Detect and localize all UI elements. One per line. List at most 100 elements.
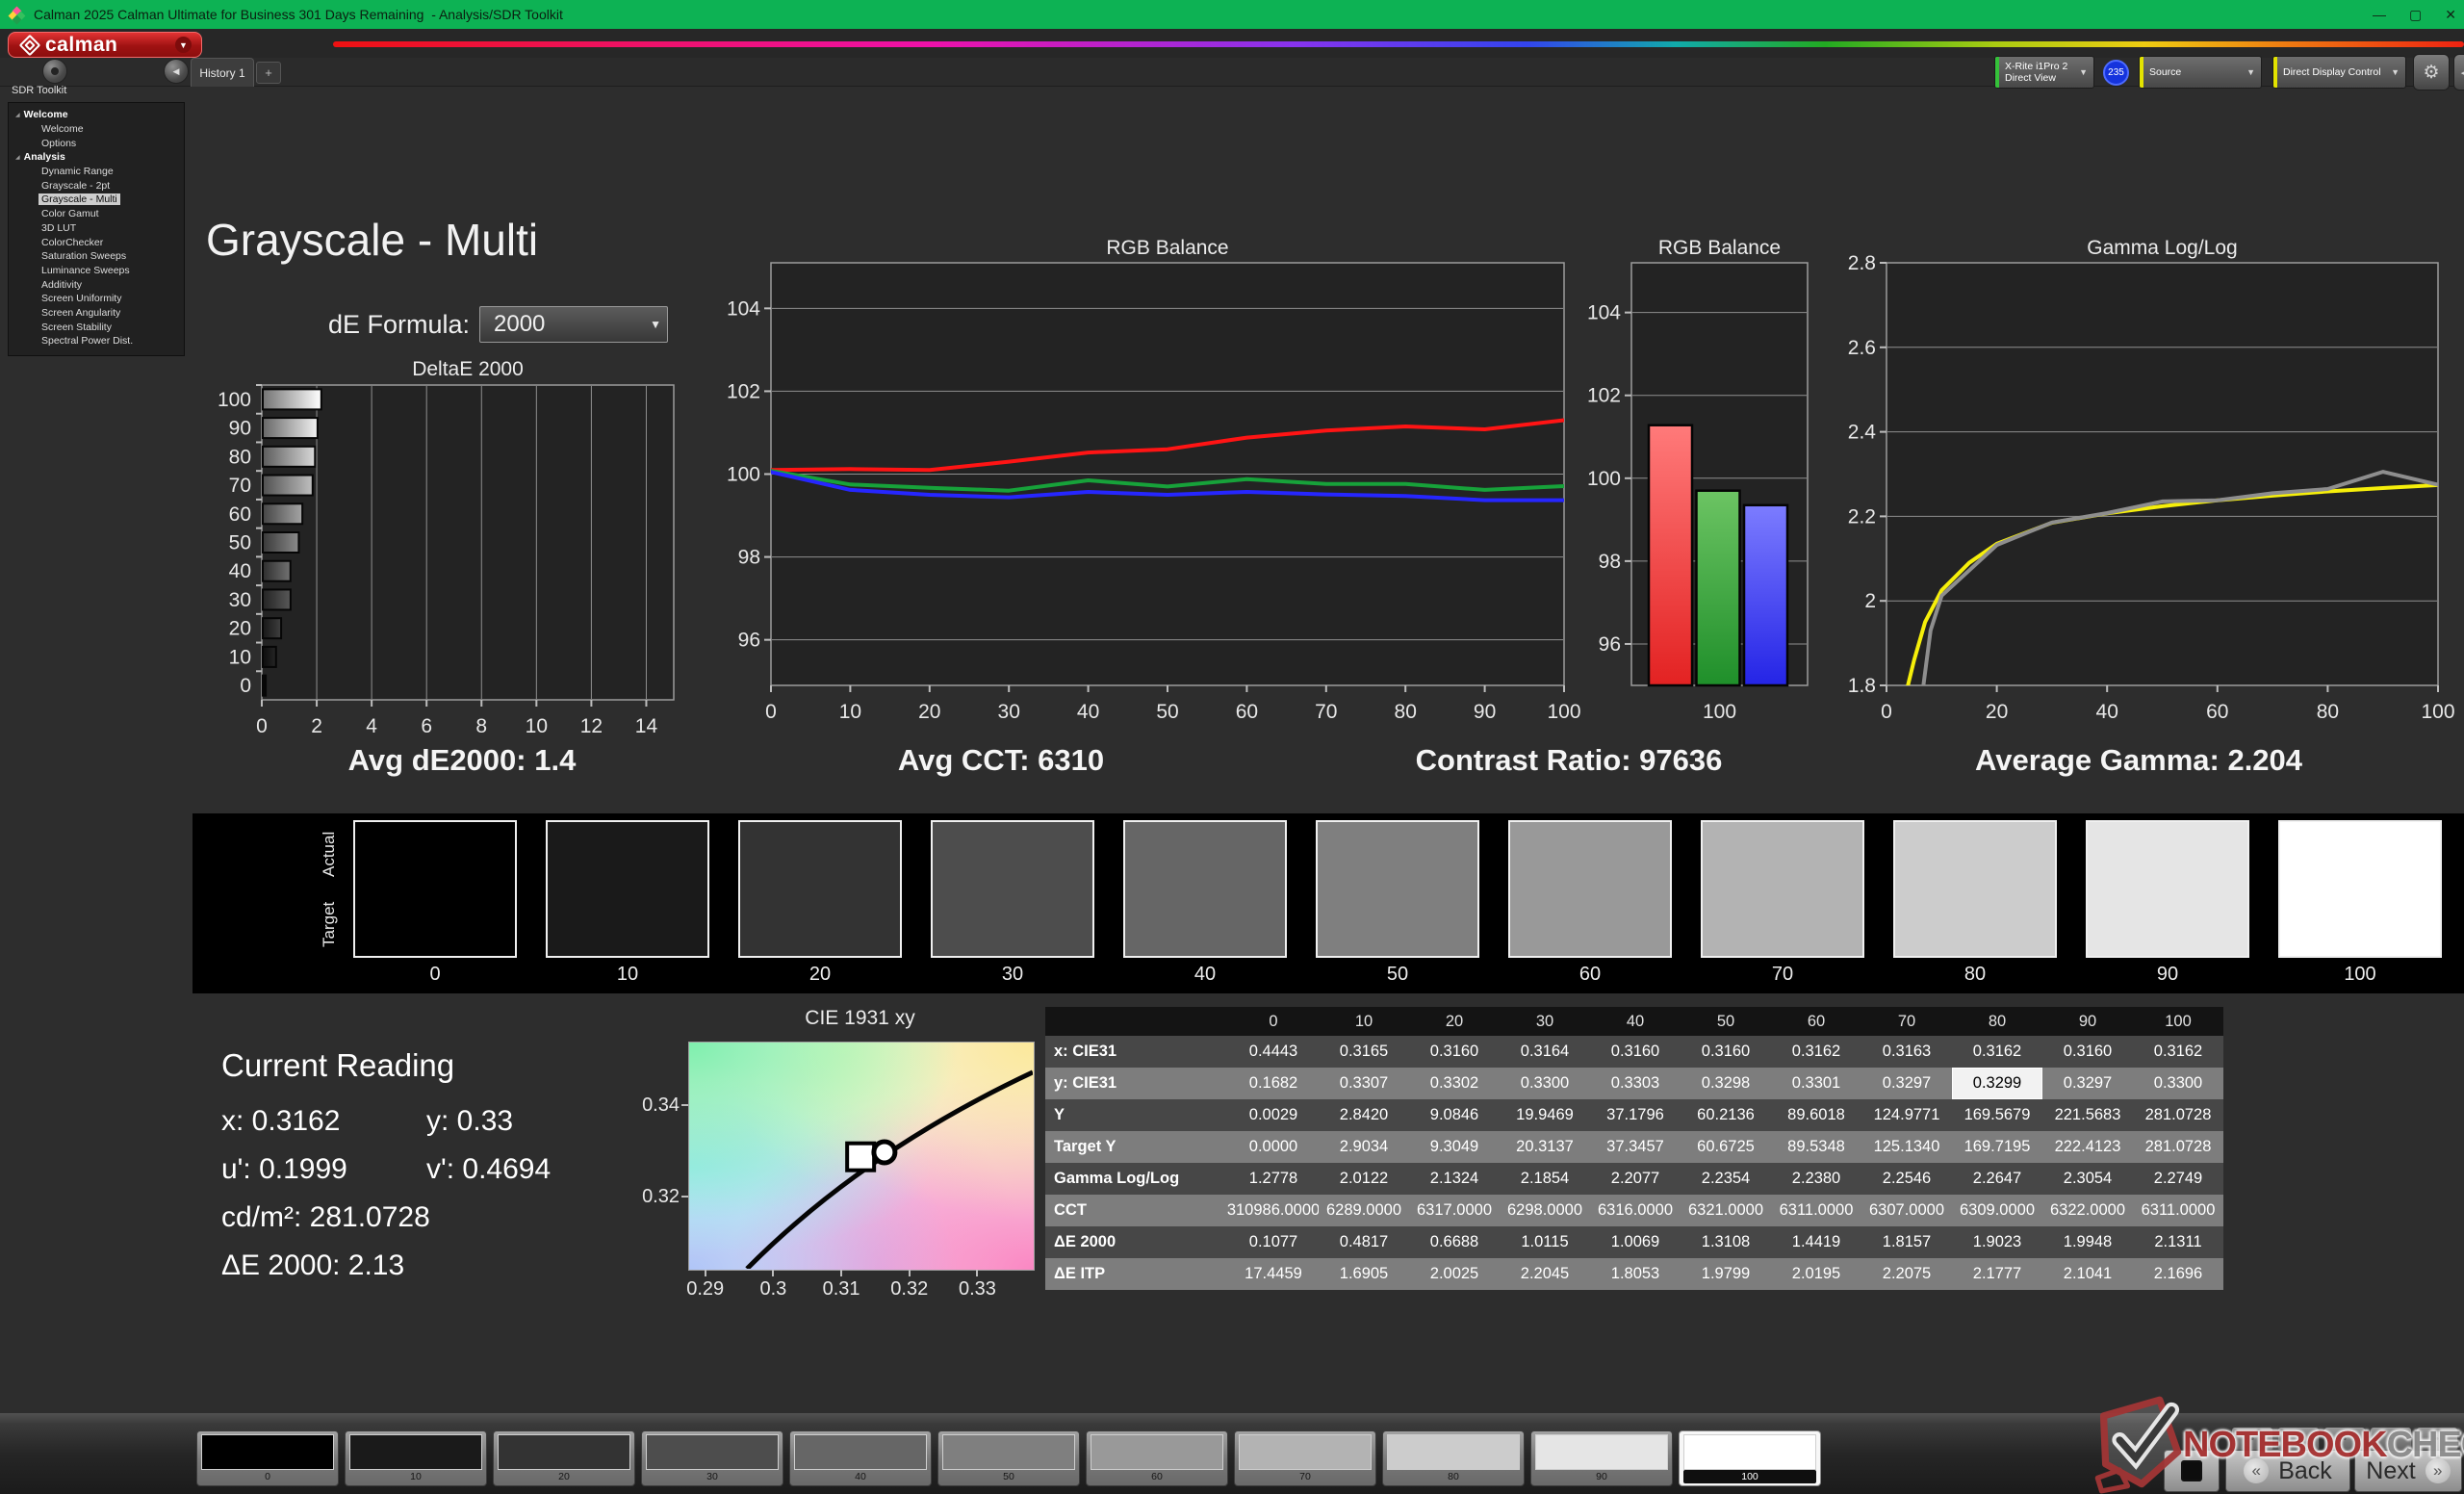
nav-dot-button[interactable] bbox=[42, 59, 67, 84]
minimize-icon[interactable]: — bbox=[2373, 7, 2386, 22]
add-tab-button[interactable]: + bbox=[256, 62, 281, 84]
tree-expander-icon[interactable]: ◢ bbox=[15, 154, 20, 161]
tree-section-analysis[interactable]: ◢Analysis bbox=[9, 150, 184, 165]
tree-expander-icon[interactable]: ◢ bbox=[15, 112, 20, 118]
table-row-label: ΔE 2000 bbox=[1045, 1226, 1228, 1258]
svg-text:60: 60 bbox=[2206, 701, 2228, 723]
svg-text:40: 40 bbox=[2096, 701, 2118, 723]
table-column-header: 100 bbox=[2133, 1007, 2223, 1036]
table-cell: 2.0025 bbox=[1409, 1258, 1500, 1290]
patch-button-90[interactable]: 90 bbox=[1530, 1430, 1673, 1486]
footer-tool-button-1[interactable]: • bbox=[2231, 1427, 2273, 1452]
table-row-label: Gamma Log/Log bbox=[1045, 1163, 1228, 1195]
table-cell: 0.3160 bbox=[1590, 1036, 1681, 1068]
tick-mark bbox=[705, 1270, 706, 1276]
patch-button-80[interactable]: 80 bbox=[1382, 1430, 1525, 1486]
svg-text:0: 0 bbox=[256, 715, 268, 737]
patch-button-20[interactable]: 20 bbox=[493, 1430, 635, 1486]
table-cell: 2.3054 bbox=[2042, 1163, 2133, 1195]
sidebar-item-welcome[interactable]: Welcome bbox=[9, 122, 184, 137]
sidebar-item-saturation-sweeps[interactable]: Saturation Sweeps bbox=[9, 249, 184, 264]
sidebar-item-luminance-sweeps[interactable]: Luminance Sweeps bbox=[9, 264, 184, 278]
footer-tool-button-4[interactable]: • bbox=[2370, 1427, 2412, 1452]
de-formula-select[interactable]: 2000 ▼ bbox=[479, 306, 668, 343]
sidebar-item-additivity[interactable]: Additivity bbox=[9, 277, 184, 292]
table-cell: 6317.0000 bbox=[1409, 1195, 1500, 1226]
patch-button-10[interactable]: 10 bbox=[345, 1430, 487, 1486]
sidebar-item-label: Welcome bbox=[38, 123, 87, 135]
swatch-label: 30 bbox=[931, 964, 1094, 986]
actual-label: Actual bbox=[320, 825, 339, 883]
footer-tool-button-2[interactable]: • bbox=[2277, 1427, 2320, 1452]
back-button[interactable]: « Back bbox=[2225, 1450, 2350, 1492]
svg-text:8: 8 bbox=[475, 715, 487, 737]
sidebar-item-label: Grayscale - Multi bbox=[38, 193, 120, 205]
meter-name: X-Rite i1Pro 2 bbox=[2005, 61, 2067, 72]
patch-swatch bbox=[201, 1434, 334, 1470]
svg-text:60: 60 bbox=[1236, 701, 1258, 723]
meter-dropdown[interactable]: X-Rite i1Pro 2Direct View ▼ bbox=[1994, 56, 2094, 89]
workflow-tree: ◢WelcomeWelcomeOptions◢AnalysisDynamic R… bbox=[8, 102, 185, 356]
patch-button-40[interactable]: 40 bbox=[789, 1430, 932, 1486]
footer-tool-button-5[interactable]: • bbox=[2416, 1427, 2458, 1452]
table-cell: 6307.0000 bbox=[1861, 1195, 1952, 1226]
sidebar-item-spectral-power-dist-[interactable]: Spectral Power Dist. bbox=[9, 334, 184, 348]
patch-button-100[interactable]: 100 bbox=[1679, 1430, 1821, 1486]
sidebar-item-screen-uniformity[interactable]: Screen Uniformity bbox=[9, 292, 184, 306]
cie-target-marker bbox=[847, 1144, 874, 1171]
table-row-label: y: CIE31 bbox=[1045, 1068, 1228, 1099]
sidebar-item-label: 3D LUT bbox=[38, 222, 79, 234]
patch-button-30[interactable]: 30 bbox=[641, 1430, 783, 1486]
patch-button-70[interactable]: 70 bbox=[1234, 1430, 1376, 1486]
sidebar-item-screen-angularity[interactable]: Screen Angularity bbox=[9, 306, 184, 321]
sidebar-item-grayscale-multi[interactable]: Grayscale - Multi bbox=[9, 193, 184, 207]
svg-text:90: 90 bbox=[1474, 701, 1496, 723]
next-button[interactable]: Next » bbox=[2354, 1450, 2462, 1492]
sidebar-item-screen-stability[interactable]: Screen Stability bbox=[9, 320, 184, 334]
settings-button[interactable]: ⚙ bbox=[2413, 54, 2450, 90]
source-dropdown[interactable]: Source ▼ bbox=[2139, 56, 2262, 89]
grayscale-swatch-20 bbox=[738, 820, 902, 958]
patch-button-0[interactable]: 0 bbox=[196, 1430, 339, 1486]
sidebar-item-colorchecker[interactable]: ColorChecker bbox=[9, 235, 184, 249]
table-cell: 0.3303 bbox=[1590, 1068, 1681, 1099]
svg-text:50: 50 bbox=[229, 532, 251, 554]
reading-value: y: 0.33 bbox=[426, 1105, 513, 1138]
calman-menu-button[interactable]: calman ▼ bbox=[8, 32, 202, 58]
close-icon[interactable]: ✕ bbox=[2445, 7, 2456, 23]
stat-contrast: Contrast Ratio: 97636 bbox=[1416, 743, 1723, 778]
sidebar-item-grayscale-2pt[interactable]: Grayscale - 2pt bbox=[9, 178, 184, 193]
patch-label: 50 bbox=[942, 1470, 1075, 1483]
patch-window-button[interactable] bbox=[2164, 1450, 2220, 1492]
tab-history-1[interactable]: History 1 bbox=[191, 58, 254, 87]
table-cell: 0.1682 bbox=[1228, 1068, 1319, 1099]
sidebar-item-options[interactable]: Options bbox=[9, 136, 184, 150]
tree-section-welcome[interactable]: ◢Welcome bbox=[9, 108, 184, 122]
patch-button-50[interactable]: 50 bbox=[937, 1430, 1080, 1486]
sidebar-collapse-button[interactable]: ◀ bbox=[164, 59, 189, 84]
meter-count-badge[interactable]: 235 bbox=[2103, 60, 2129, 86]
patch-button-60[interactable]: 60 bbox=[1086, 1430, 1228, 1486]
calman-diamond-icon bbox=[19, 34, 41, 56]
table-cell: 6322.0000 bbox=[2042, 1195, 2133, 1226]
footer-tool-button-3[interactable]: • bbox=[2323, 1427, 2366, 1452]
maximize-icon[interactable]: ▢ bbox=[2409, 7, 2422, 23]
svg-text:0: 0 bbox=[1881, 701, 1892, 723]
sidebar-item-3d-lut[interactable]: 3D LUT bbox=[9, 221, 184, 236]
rgb-bar-green bbox=[1697, 491, 1740, 685]
table-cell: 1.2778 bbox=[1228, 1163, 1319, 1195]
panel-collapse-button[interactable]: ◀ bbox=[2453, 54, 2464, 90]
swatch-label: 50 bbox=[1316, 964, 1479, 986]
de-formula-value: 2000 bbox=[494, 311, 545, 338]
grayscale-swatch-strip: Actual Target 0102030405060708090100 bbox=[192, 813, 2464, 993]
rainbow-strip bbox=[333, 41, 2464, 47]
svg-text:10: 10 bbox=[526, 715, 548, 737]
swatch-label: 80 bbox=[1893, 964, 2057, 986]
table-cell: 6309.0000 bbox=[1952, 1195, 2042, 1226]
display-control-dropdown[interactable]: Direct Display Control ▼ bbox=[2272, 56, 2406, 89]
sidebar-item-color-gamut[interactable]: Color Gamut bbox=[9, 207, 184, 221]
sidebar-item-dynamic-range[interactable]: Dynamic Range bbox=[9, 165, 184, 179]
table-cell: 0.3300 bbox=[2133, 1068, 2223, 1099]
sidebar-item-label: Spectral Power Dist. bbox=[38, 335, 136, 347]
table-cell: 0.3298 bbox=[1681, 1068, 1771, 1099]
